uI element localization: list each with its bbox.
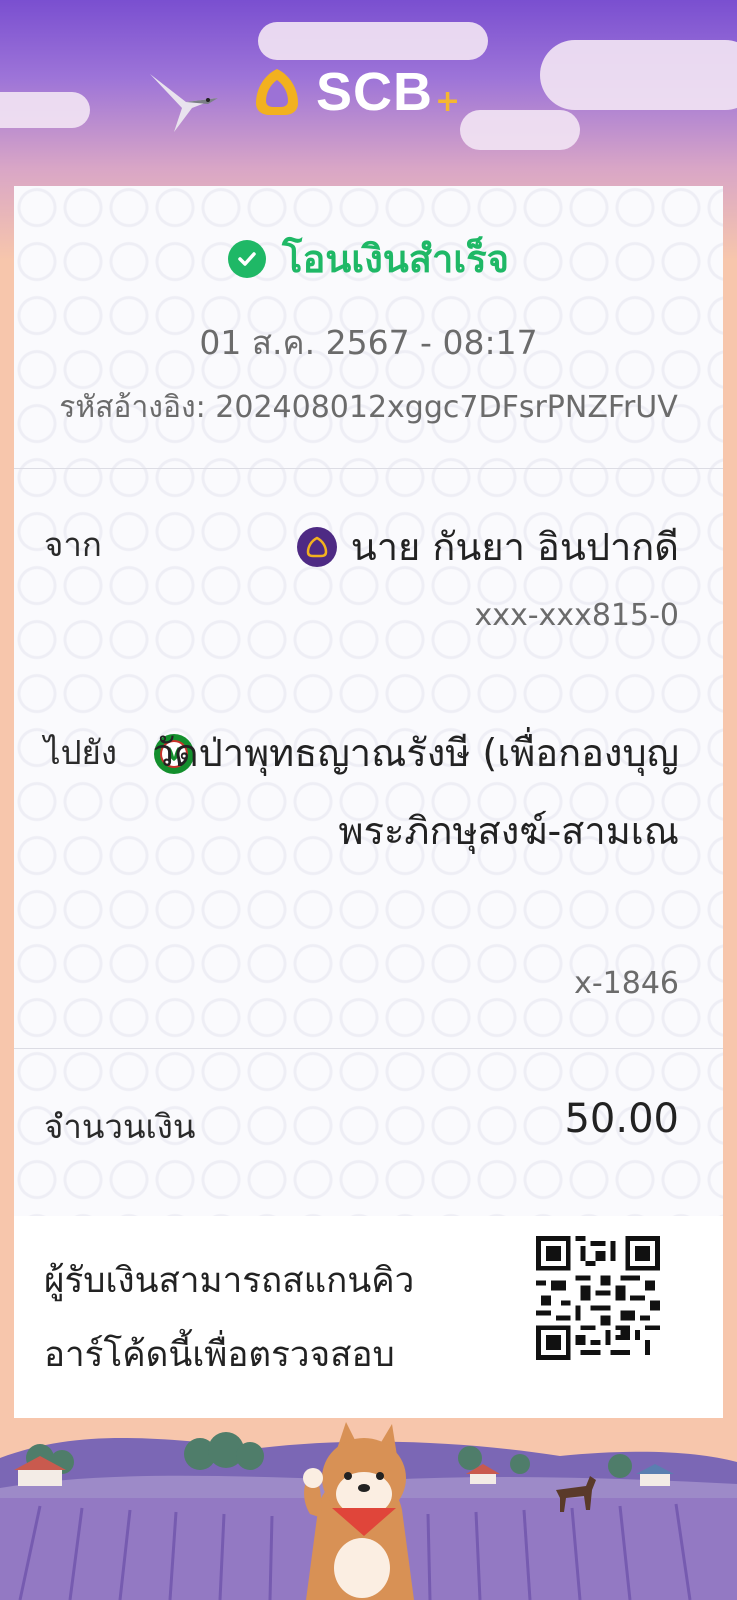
reference-label: รหัสอ้างอิง:	[59, 390, 206, 425]
to-name: วัดป่าพุทธญาณรังษี (เพื่อกองบุญ พระภิกษุ…	[152, 731, 679, 853]
to-label: ไปยัง	[44, 733, 117, 772]
amount-label: จำนวนเงิน	[44, 1107, 196, 1146]
bird-icon	[150, 74, 218, 132]
from-account: xxx-xxx815-0	[474, 598, 679, 633]
qr-instruction-line2: อาร์โค้ดนี้เพื่อตรวจสอบ	[44, 1335, 395, 1375]
brand-name: SCB	[316, 62, 434, 122]
brand-plus: +	[435, 83, 461, 119]
scb-bank-icon	[296, 526, 337, 567]
from-name-row: นาย กันยา อินปากดี	[296, 516, 679, 577]
reference-value: 202408012xggc7DFsrPNZFrUV	[215, 390, 678, 425]
amount-value: 50.00	[564, 1096, 679, 1142]
divider	[14, 468, 723, 469]
divider	[14, 1048, 723, 1049]
receipt-card: โอนเงินสำเร็จ 01 ส.ค. 2567 - 08:17 รหัสอ…	[14, 186, 723, 1418]
lavender-field-illustration	[0, 1418, 737, 1600]
check-circle-icon	[228, 239, 267, 278]
reference-row: รหัสอ้างอิง: 202408012xggc7DFsrPNZFrUV	[14, 384, 723, 431]
cloud	[540, 40, 737, 110]
status-header: โอนเงินสำเร็จ	[14, 228, 723, 289]
cloud	[460, 110, 580, 150]
status-title: โอนเงินสำเร็จ	[282, 237, 509, 281]
qr-instruction-line1: ผู้รับเงินสามารถสแกนคิว	[44, 1261, 415, 1301]
cloud	[258, 22, 488, 60]
scb-logo: SCB +	[250, 62, 460, 122]
qr-instruction: ผู้รับเงินสามารถสแกนคิว อาร์โค้ดนี้เพื่อ…	[44, 1244, 414, 1392]
cloud	[0, 92, 90, 128]
qr-code-icon[interactable]	[536, 1236, 660, 1360]
transaction-datetime: 01 ส.ค. 2567 - 08:17	[199, 323, 538, 362]
from-label: จาก	[44, 525, 102, 564]
from-name: นาย กันยา อินปากดี	[350, 525, 679, 569]
scb-logo-icon	[256, 69, 298, 115]
to-account: x-1846	[574, 966, 679, 1001]
